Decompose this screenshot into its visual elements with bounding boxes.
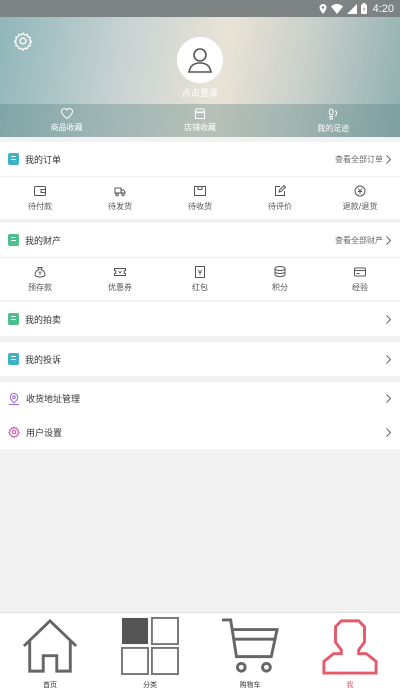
battery-icon: [360, 3, 367, 14]
store-favorites[interactable]: 店铺收藏: [133, 104, 266, 137]
user-settings-title: 用户设置: [26, 428, 63, 439]
auction-doc-icon: [8, 313, 19, 325]
pending-payment-label: 待付款: [28, 201, 52, 211]
pending-receipt[interactable]: 待收货: [160, 177, 240, 219]
coins-icon: [274, 265, 286, 277]
tab-cart[interactable]: 购物车: [200, 613, 300, 690]
chevron-right-icon: [386, 394, 391, 403]
status-time: 4:20: [372, 2, 394, 15]
chevron-right-icon: [386, 314, 391, 324]
orders-header[interactable]: 我的订单 查看全部订单: [0, 142, 400, 176]
orders-doc-icon: [8, 153, 19, 165]
favorites-bar: 商品收藏 店铺收藏 我的足迹: [0, 104, 400, 137]
auction-card: 我的拍卖: [0, 302, 400, 336]
refund-icon: [354, 185, 366, 196]
tab-category-label: 分类: [143, 681, 157, 689]
address-title: 收货地址管理: [26, 395, 81, 405]
store-favorites-label: 店铺收藏: [183, 123, 216, 132]
pending-receipt-label: 待收货: [188, 201, 212, 211]
orders-card: 我的订单 查看全部订单 待付款 待发货 待收货 待评价 退款/退货: [0, 142, 400, 219]
tab-category[interactable]: 分类: [100, 613, 200, 690]
user-icon: [188, 48, 212, 73]
gear-icon[interactable]: [13, 31, 33, 51]
tab-cart-label: 购物车: [239, 681, 261, 689]
chevron-right-icon: [386, 154, 391, 164]
coupons[interactable]: 优惠券: [80, 258, 160, 300]
pending-review-label: 待评价: [268, 201, 292, 211]
pending-payment[interactable]: 待付款: [0, 177, 80, 219]
red-packets[interactable]: 红包: [160, 258, 240, 300]
truck-icon: [114, 187, 126, 196]
store-icon: [194, 108, 206, 119]
view-all-assets-label: 查看全部财产: [335, 235, 383, 245]
profile-header: 点击登录 商品收藏 店铺收藏 我的足迹: [0, 17, 400, 137]
auction-title: 我的拍卖: [25, 315, 62, 326]
location-pin-icon: [9, 392, 19, 405]
refund-return-label: 退款/退货: [342, 201, 378, 211]
tab-me[interactable]: 我: [300, 613, 400, 690]
refund-return[interactable]: 退款/退货: [320, 177, 400, 219]
status-bar: 4:20: [0, 0, 400, 17]
assets-doc-icon: [8, 234, 19, 246]
experience[interactable]: 经验: [320, 258, 400, 300]
prepaid-deposit-label: 预存款: [28, 282, 52, 292]
settings-gear-icon: [8, 426, 20, 438]
red-packets-label: 红包: [192, 282, 208, 292]
coupon-icon: [114, 267, 126, 276]
user-settings-row[interactable]: 用户设置: [0, 415, 400, 449]
points-label: 积分: [272, 282, 288, 292]
footprint-icon: [329, 107, 338, 119]
orders-status-row: 待付款 待发货 待收货 待评价 退款/退货: [0, 177, 400, 219]
card-icon: [354, 267, 366, 276]
complaint-card: 我的投诉: [0, 342, 400, 376]
orders-title: 我的订单: [25, 155, 62, 166]
product-favorites-label: 商品收藏: [50, 123, 83, 132]
chevron-right-icon: [386, 235, 391, 245]
view-all-assets[interactable]: 查看全部财产: [335, 235, 391, 246]
my-auction-row[interactable]: 我的拍卖: [0, 302, 400, 336]
view-all-orders[interactable]: 查看全部订单: [335, 154, 391, 165]
location-icon: [319, 3, 327, 14]
assets-title: 我的财产: [25, 236, 62, 247]
heart-icon: [60, 108, 73, 119]
my-footprints-label: 我的足迹: [317, 123, 350, 133]
my-complaint-row[interactable]: 我的投诉: [0, 342, 400, 376]
edit-icon: [275, 184, 286, 196]
wallet-icon: [34, 185, 46, 196]
home-icon: [22, 618, 78, 673]
pending-shipment[interactable]: 待发货: [80, 177, 160, 219]
cart-icon: [221, 618, 279, 673]
wifi-icon: [330, 3, 343, 14]
complaint-doc-icon: [8, 353, 19, 365]
experience-label: 经验: [352, 282, 368, 292]
avatar[interactable]: [177, 37, 223, 83]
assets-card: 我的财产 查看全部财产 预存款 优惠券 红包 积分 经验: [0, 223, 400, 300]
view-all-orders-label: 查看全部订单: [335, 154, 383, 164]
red-packet-icon: [195, 265, 205, 278]
pending-shipment-label: 待发货: [108, 201, 132, 211]
product-favorites[interactable]: 商品收藏: [0, 104, 133, 137]
signal-icon: [346, 3, 357, 14]
box-icon: [194, 185, 206, 196]
bottom-tab-bar: 首页 分类 购物车 我: [0, 612, 400, 690]
tab-home-label: 首页: [43, 681, 57, 689]
chevron-right-icon: [386, 354, 391, 364]
assets-row: 预存款 优惠券 红包 积分 经验: [0, 258, 400, 300]
login-link[interactable]: 点击登录: [0, 86, 400, 99]
coupons-label: 优惠券: [108, 282, 132, 292]
address-row[interactable]: 收货地址管理: [0, 382, 400, 415]
points[interactable]: 积分: [240, 258, 320, 300]
pending-review[interactable]: 待评价: [240, 177, 320, 219]
my-footprints[interactable]: 我的足迹: [267, 104, 400, 137]
money-bag-icon: [34, 266, 46, 278]
assets-header[interactable]: 我的财产 查看全部财产: [0, 223, 400, 257]
complaint-title: 我的投诉: [25, 355, 62, 366]
tab-home[interactable]: 首页: [0, 613, 100, 690]
chevron-right-icon: [386, 427, 391, 437]
grid-icon: [121, 617, 180, 675]
prepaid-deposit[interactable]: 预存款: [0, 258, 80, 300]
settings-card: 收货地址管理 用户设置: [0, 382, 400, 449]
person-icon: [322, 619, 378, 675]
tab-me-label: 我: [346, 681, 354, 689]
